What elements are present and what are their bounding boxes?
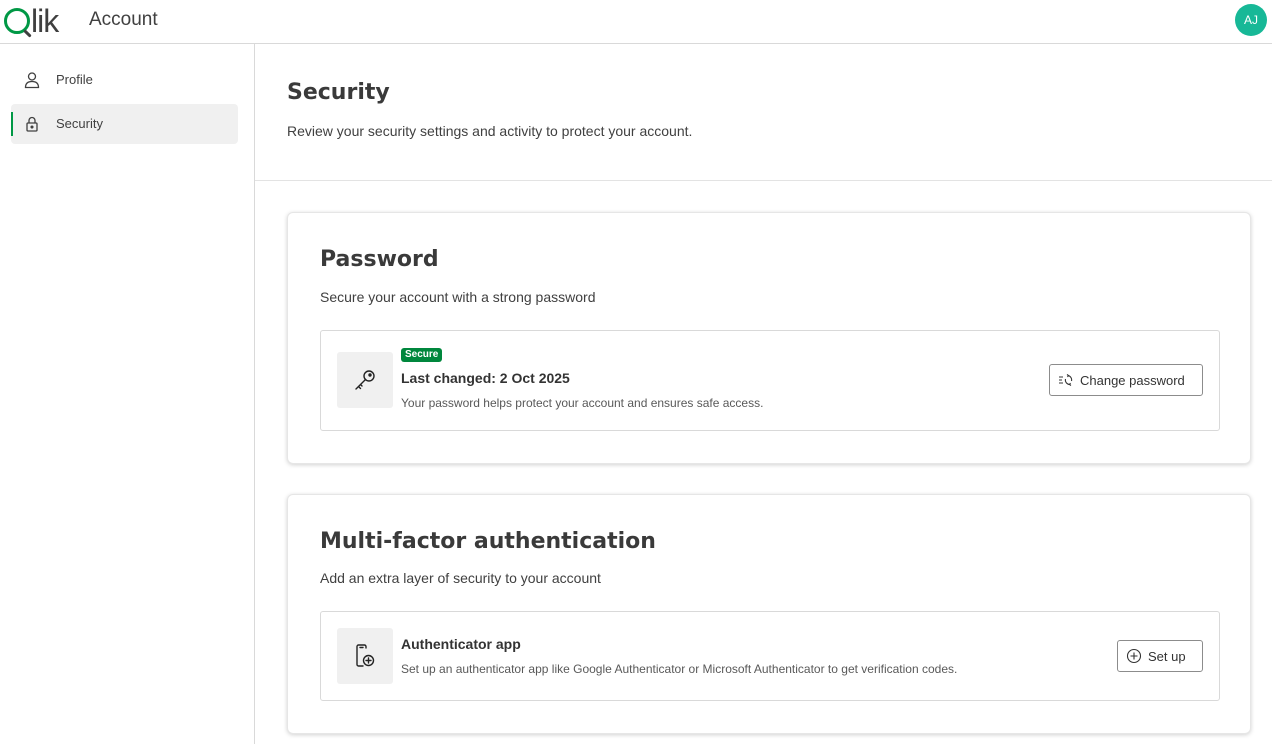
logo-text: lik: [31, 3, 59, 39]
set-up-label: Set up: [1148, 648, 1186, 664]
sidebar-item-label: Security: [56, 116, 103, 131]
authenticator-app-title: Authenticator app: [401, 636, 521, 652]
change-password-label: Change password: [1080, 372, 1185, 388]
password-card-subtitle: Secure your account with a strong passwo…: [320, 289, 596, 305]
mfa-card-title: Multi-factor authentication: [320, 529, 656, 554]
avatar[interactable]: AJ: [1235, 4, 1267, 36]
password-last-changed: Last changed: 2 Oct 2025: [401, 370, 570, 386]
status-badge: Secure: [401, 348, 443, 362]
authenticator-app-description: Set up an authenticator app like Google …: [401, 662, 958, 676]
password-description: Your password helps protect your account…: [401, 396, 764, 410]
main-content: Security Review your security settings a…: [255, 44, 1272, 744]
sidebar-item-profile[interactable]: Profile: [11, 60, 238, 100]
authenticator-item: Authenticator app Set up an authenticato…: [320, 611, 1220, 701]
qlik-logo[interactable]: lik: [4, 3, 59, 39]
sidebar-item-label: Profile: [56, 72, 93, 87]
password-item: Secure Last changed: 2 Oct 2025 Your pas…: [320, 330, 1220, 431]
change-password-icon: [1058, 372, 1074, 388]
page-title: Security: [287, 80, 390, 105]
password-card-title: Password: [320, 247, 439, 272]
sidebar: Profile Security: [0, 44, 255, 744]
key-icon: [337, 352, 393, 408]
password-card: Password Secure your account with a stro…: [287, 212, 1251, 464]
logo-q-mark: [4, 8, 30, 34]
page-subtitle: Review your security settings and activi…: [287, 123, 693, 139]
mfa-card: Multi-factor authentication Add an extra…: [287, 494, 1251, 734]
app-title: Account: [89, 9, 158, 30]
divider: [255, 180, 1272, 181]
plus-circle-icon: [1126, 648, 1142, 664]
set-up-button[interactable]: Set up: [1117, 640, 1203, 672]
mfa-card-subtitle: Add an extra layer of security to your a…: [320, 570, 601, 586]
lock-icon: [22, 114, 42, 134]
sidebar-item-security[interactable]: Security: [11, 104, 238, 144]
change-password-button[interactable]: Change password: [1049, 364, 1203, 396]
person-icon: [22, 70, 42, 90]
top-bar: lik Account AJ: [0, 0, 1272, 44]
mobile-add-icon: [337, 628, 393, 684]
